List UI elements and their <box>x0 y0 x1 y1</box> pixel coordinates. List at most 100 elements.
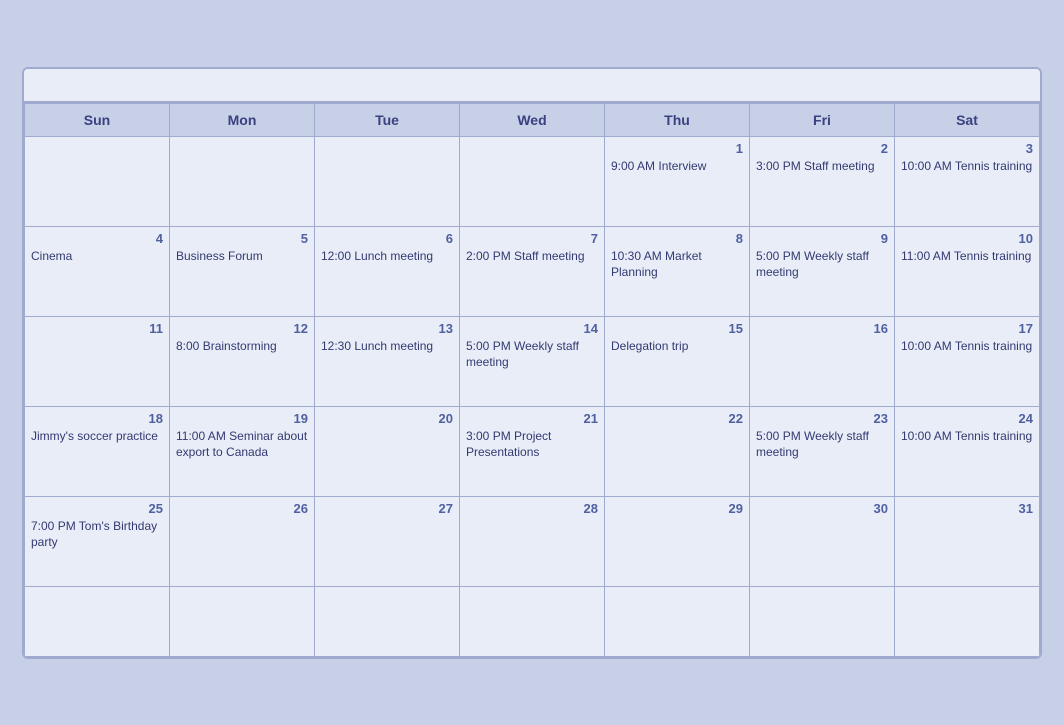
calendar-cell[interactable] <box>25 136 170 226</box>
event-text: 12:30 Lunch meeting <box>321 338 453 354</box>
calendar-cell[interactable]: 6 12:00 Lunch meeting <box>315 226 460 316</box>
calendar-cell[interactable]: 4 Cinema <box>25 226 170 316</box>
calendar-cell[interactable]: 21 3:00 PM Project Presentations <box>460 406 605 496</box>
calendar-cell[interactable]: 235:00 PM Weekly staff meeting <box>750 406 895 496</box>
calendar-cell[interactable]: 26 <box>170 496 315 586</box>
day-number: 13 <box>321 321 453 336</box>
day-number: 6 <box>321 231 453 246</box>
day-number: 5 <box>176 231 308 246</box>
calendar-container: SunMonTueWedThuFriSat 19:00 AM Interview… <box>22 67 1042 659</box>
day-number: 25 <box>31 501 163 516</box>
day-number: 29 <box>611 501 743 516</box>
day-number: 30 <box>756 501 888 516</box>
calendar-cell[interactable]: 1911:00 AM Seminar about export to Canad… <box>170 406 315 496</box>
calendar-cell[interactable] <box>25 586 170 656</box>
day-number: 14 <box>466 321 598 336</box>
weekday-header-sun: Sun <box>25 103 170 136</box>
week-row-3: 18 Jimmy's soccer practice 1911:00 AM Semi… <box>25 406 1040 496</box>
day-number: 31 <box>901 501 1033 516</box>
event-text: Cinema <box>31 248 163 264</box>
calendar-cell[interactable]: 30 <box>750 496 895 586</box>
calendar-cell[interactable]: 25 7:00 PM Tom's Birthday party <box>25 496 170 586</box>
day-number: 10 <box>901 231 1033 246</box>
week-row-2: 11 12 8:00 Brainstorming 13 12:30 Lunch meet… <box>25 316 1040 406</box>
calendar-cell[interactable] <box>460 586 605 656</box>
calendar-header <box>24 69 1040 103</box>
day-number: 8 <box>611 231 743 246</box>
calendar-grid: SunMonTueWedThuFriSat 19:00 AM Interview… <box>24 103 1040 657</box>
calendar-cell[interactable]: 11 <box>25 316 170 406</box>
weekday-header-sat: Sat <box>895 103 1040 136</box>
day-number: 2 <box>756 141 888 156</box>
day-number: 17 <box>901 321 1033 336</box>
day-number: 27 <box>321 501 453 516</box>
calendar-cell[interactable]: 9 5:00 PM Weekly staff meeting <box>750 226 895 316</box>
event-text: 8:00 Brainstorming <box>176 338 308 354</box>
calendar-cell[interactable]: 10 11:00 AM Tennis training <box>895 226 1040 316</box>
calendar-cell[interactable]: 5Business Forum <box>170 226 315 316</box>
calendar-cell[interactable] <box>170 586 315 656</box>
calendar-cell[interactable]: 12 8:00 Brainstorming <box>170 316 315 406</box>
event-text: 10:30 AM Market Planning <box>611 248 743 280</box>
calendar-cell[interactable]: 19:00 AM Interview <box>605 136 750 226</box>
event-text: 5:00 PM Weekly staff meeting <box>756 248 888 280</box>
event-text: 10:00 AM Tennis training <box>901 338 1033 354</box>
day-number: 11 <box>31 321 163 336</box>
day-number: 12 <box>176 321 308 336</box>
day-number: 20 <box>321 411 453 426</box>
day-number: 16 <box>756 321 888 336</box>
day-number: 15 <box>611 321 743 336</box>
calendar-cell[interactable]: 310:00 AM Tennis training <box>895 136 1040 226</box>
calendar-cell[interactable] <box>895 586 1040 656</box>
day-number: 19 <box>176 411 308 426</box>
event-text: Delegation trip <box>611 338 743 354</box>
weekday-header-row: SunMonTueWedThuFriSat <box>25 103 1040 136</box>
day-number: 23 <box>756 411 888 426</box>
event-text: 3:00 PM Staff meeting <box>756 158 888 174</box>
calendar-cell[interactable]: 22 <box>605 406 750 496</box>
day-number: 4 <box>31 231 163 246</box>
event-text: Jimmy's soccer practice <box>31 428 163 444</box>
calendar-cell[interactable] <box>460 136 605 226</box>
week-row-5 <box>25 586 1040 656</box>
day-number: 24 <box>901 411 1033 426</box>
calendar-cell[interactable] <box>315 586 460 656</box>
calendar-cell[interactable]: 28 <box>460 496 605 586</box>
calendar-cell[interactable]: 2 3:00 PM Staff meeting <box>750 136 895 226</box>
calendar-cell[interactable]: 16 <box>750 316 895 406</box>
weekday-header-thu: Thu <box>605 103 750 136</box>
day-number: 21 <box>466 411 598 426</box>
calendar-cell[interactable]: 20 <box>315 406 460 496</box>
calendar-cell[interactable] <box>170 136 315 226</box>
calendar-cell[interactable]: 29 <box>605 496 750 586</box>
weekday-header-wed: Wed <box>460 103 605 136</box>
event-text: 12:00 Lunch meeting <box>321 248 453 264</box>
calendar-cell[interactable]: 72:00 PM Staff meeting <box>460 226 605 316</box>
calendar-body: 19:00 AM Interview 2 3:00 PM Staff meeting… <box>25 136 1040 656</box>
calendar-cell[interactable]: 31 <box>895 496 1040 586</box>
week-row-0: 19:00 AM Interview 2 3:00 PM Staff meeting… <box>25 136 1040 226</box>
calendar-cell[interactable]: 145:00 PM Weekly staff meeting <box>460 316 605 406</box>
calendar-cell[interactable]: 18 Jimmy's soccer practice <box>25 406 170 496</box>
day-number: 26 <box>176 501 308 516</box>
calendar-cell[interactable]: 8 10:30 AM Market Planning <box>605 226 750 316</box>
calendar-cell[interactable] <box>750 586 895 656</box>
calendar-cell[interactable]: 27 <box>315 496 460 586</box>
calendar-cell[interactable] <box>315 136 460 226</box>
day-number: 18 <box>31 411 163 426</box>
event-text: 10:00 AM Tennis training <box>901 158 1033 174</box>
event-text: 3:00 PM Project Presentations <box>466 428 598 460</box>
event-text: 9:00 AM Interview <box>611 158 743 174</box>
weekday-header-fri: Fri <box>750 103 895 136</box>
week-row-1: 4 Cinema 5Business Forum 6 12:00 Lunch meeti… <box>25 226 1040 316</box>
day-number: 9 <box>756 231 888 246</box>
week-row-4: 25 7:00 PM Tom's Birthday party 26 27 28 29 30… <box>25 496 1040 586</box>
calendar-cell[interactable]: 17 10:00 AM Tennis training <box>895 316 1040 406</box>
calendar-cell[interactable] <box>605 586 750 656</box>
event-text: 10:00 AM Tennis training <box>901 428 1033 444</box>
calendar-cell[interactable]: 13 12:30 Lunch meeting <box>315 316 460 406</box>
event-text: 7:00 PM Tom's Birthday party <box>31 518 163 550</box>
calendar-cell[interactable]: 24 10:00 AM Tennis training <box>895 406 1040 496</box>
calendar-cell[interactable]: 15 Delegation trip <box>605 316 750 406</box>
event-text: 11:00 AM Tennis training <box>901 248 1033 264</box>
